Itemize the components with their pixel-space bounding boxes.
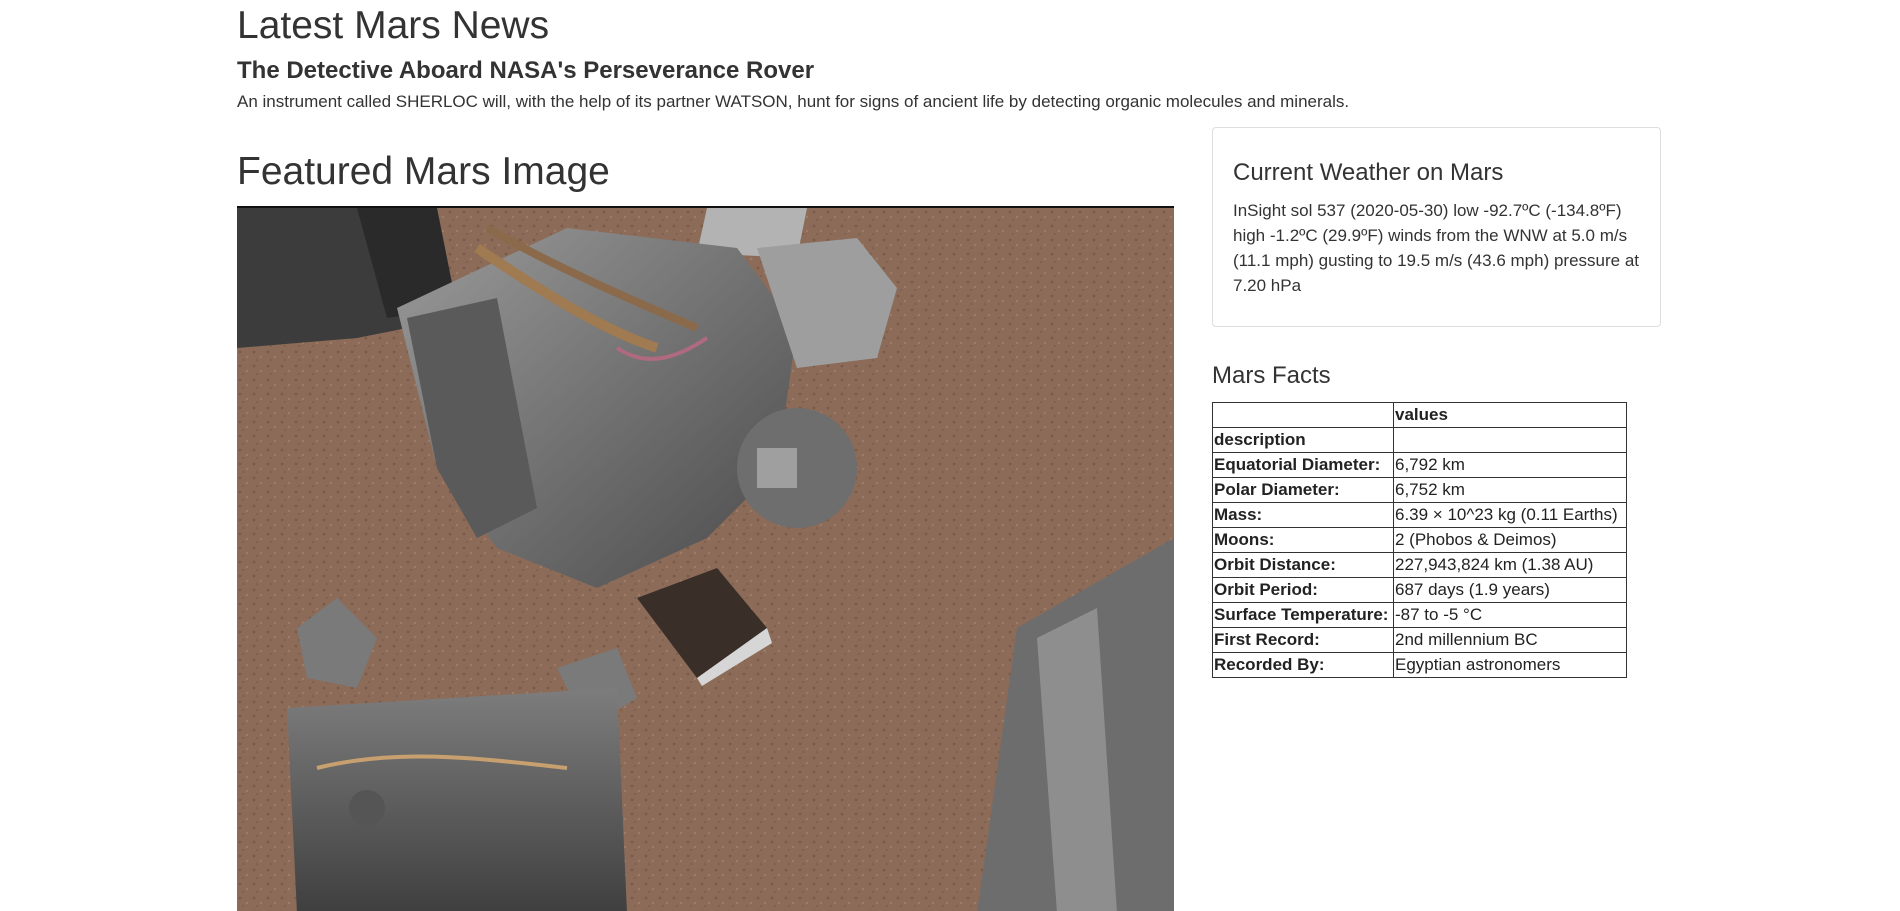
mars-facts-table: values description Equatorial Diameter: 6… xyxy=(1212,402,1627,678)
fact-key: Recorded By: xyxy=(1212,652,1394,678)
fact-key: Orbit Period: xyxy=(1212,577,1394,603)
news-teaser: An instrument called SHERLOC will, with … xyxy=(237,92,1350,111)
weather-title: Current Weather on Mars xyxy=(1233,159,1504,186)
table-row: Orbit Period: 687 days (1.9 years) xyxy=(1212,577,1627,603)
rover-arm-illustration xyxy=(237,208,1174,911)
table-row: Orbit Distance: 227,943,824 km (1.38 AU) xyxy=(1212,552,1627,578)
table-row: Surface Temperature: -87 to -5 °C xyxy=(1212,602,1627,628)
fact-value: 227,943,824 km (1.38 AU) xyxy=(1393,552,1627,578)
table-row: Mass: 6.39 × 10^23 kg (0.11 Earths) xyxy=(1212,502,1627,528)
table-row: Equatorial Diameter: 6,792 km xyxy=(1212,452,1627,478)
fact-key: Orbit Distance: xyxy=(1212,552,1394,578)
fact-key: Mass: xyxy=(1212,502,1394,528)
table-row: First Record: 2nd millennium BC xyxy=(1212,627,1627,653)
table-header-row: description xyxy=(1212,427,1627,453)
fact-value: 6,752 km xyxy=(1393,477,1627,503)
fact-value: 6,792 km xyxy=(1393,452,1627,478)
table-row: Moons: 2 (Phobos & Deimos) xyxy=(1212,527,1627,553)
header-empty-cell xyxy=(1212,402,1394,428)
fact-value: -87 to -5 °C xyxy=(1393,602,1627,628)
header-values: values xyxy=(1393,402,1627,428)
fact-key: Surface Temperature: xyxy=(1212,602,1394,628)
header-empty-cell xyxy=(1393,427,1627,453)
featured-image-title: Featured Mars Image xyxy=(237,150,610,193)
weather-text: InSight sol 537 (2020-05-30) low -92.7ºC… xyxy=(1233,201,1639,295)
page: Latest Mars News The Detective Aboard NA… xyxy=(0,0,1900,911)
fact-key: Equatorial Diameter: xyxy=(1212,452,1394,478)
fact-key: Polar Diameter: xyxy=(1212,477,1394,503)
featured-mars-image xyxy=(237,206,1174,911)
table-header-row: values xyxy=(1212,402,1627,428)
fact-key: Moons: xyxy=(1212,527,1394,553)
mars-facts-title: Mars Facts xyxy=(1212,362,1331,389)
header-description: description xyxy=(1212,427,1394,453)
fact-value: 2nd millennium BC xyxy=(1393,627,1627,653)
news-section-title: Latest Mars News xyxy=(237,4,550,47)
fact-key: First Record: xyxy=(1212,627,1394,653)
fact-value: 2 (Phobos & Deimos) xyxy=(1393,527,1627,553)
fact-value: 6.39 × 10^23 kg (0.11 Earths) xyxy=(1393,502,1627,528)
table-row: Recorded By: Egyptian astronomers xyxy=(1212,652,1627,678)
weather-card: Current Weather on Mars InSight sol 537 … xyxy=(1212,127,1661,327)
news-headline: The Detective Aboard NASA's Perseverance… xyxy=(237,57,815,84)
table-row: Polar Diameter: 6,752 km xyxy=(1212,477,1627,503)
fact-value: 687 days (1.9 years) xyxy=(1393,577,1627,603)
fact-value: Egyptian astronomers xyxy=(1393,652,1627,678)
